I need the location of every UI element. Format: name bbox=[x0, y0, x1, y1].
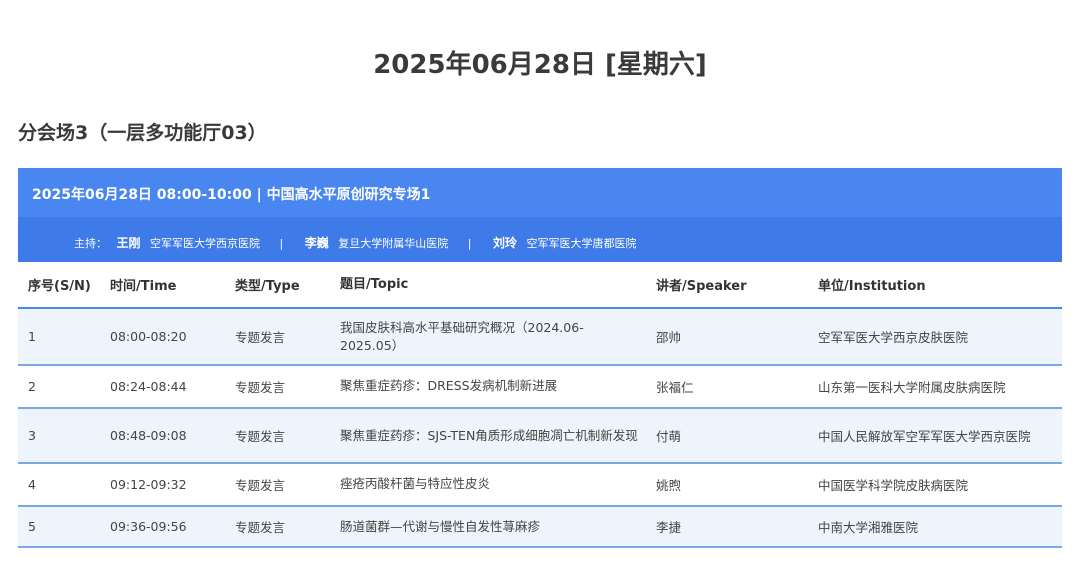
cell-institution: 空军军医大学西京皮肤医院 bbox=[818, 330, 969, 345]
chair-name: 王刚 bbox=[116, 236, 141, 250]
cell-sn: 2 bbox=[28, 378, 36, 394]
header-speaker: 讲者/Speaker bbox=[656, 279, 747, 294]
table-header: 序号(S/N) 时间/Time 类型/Type 题目/Topic 讲者/Spea… bbox=[18, 262, 1062, 309]
cell-speaker: 付萌 bbox=[656, 429, 682, 444]
chair-org: 空军军医大学西京医院 bbox=[150, 237, 261, 250]
cell-topic: 我国皮肤科高水平基础研究概况（2024.06-2025.05） bbox=[340, 319, 584, 353]
header-topic: 题目/Topic bbox=[340, 276, 409, 292]
cell-time: 09:12-09:32 bbox=[110, 476, 187, 492]
chair-name: 李巍 bbox=[304, 236, 329, 250]
cell-speaker: 张福仁 bbox=[656, 379, 694, 395]
cell-speaker: 李捷 bbox=[656, 520, 682, 535]
cell-institution: 中南大学湘雅医院 bbox=[818, 520, 919, 535]
cell-topic: 聚焦重症药疹：SJS-TEN角质形成细胞凋亡机制新发现 bbox=[340, 427, 638, 443]
page-title: 2025年06月28日 [星期六] bbox=[373, 50, 707, 80]
cell-topic: 聚焦重症药疹：DRESS发病机制新进展 bbox=[340, 378, 558, 393]
chair-org: 复旦大学附属华山医院 bbox=[338, 237, 449, 250]
cell-type: 专题发言 bbox=[235, 429, 286, 444]
session-header: 2025年06月28日 08:00-10:00 | 中国高水平原创研究专场1 bbox=[18, 168, 1062, 217]
table-row: 3 08:48-09:08 专题发言 聚焦重症药疹：SJS-TEN角质形成细胞凋… bbox=[18, 407, 1062, 464]
header-institution: 单位/Institution bbox=[818, 279, 926, 294]
cell-sn: 1 bbox=[28, 329, 36, 344]
chair-3: 刘玲 空军军医大学唐都医院 bbox=[492, 236, 637, 250]
cell-time: 09:36-09:56 bbox=[110, 519, 187, 534]
table-row: 4 09:12-09:32 专题发言 痤疮丙酸杆菌与特应性皮炎 姚煦 中国医学科… bbox=[18, 464, 1062, 505]
cell-speaker: 姚煦 bbox=[656, 477, 682, 493]
cell-topic: 肠道菌群—代谢与慢性自发性荨麻疹 bbox=[340, 518, 541, 534]
cell-time: 08:48-09:08 bbox=[110, 428, 187, 443]
cell-speaker: 邵帅 bbox=[656, 330, 682, 345]
venue-title: 分会场3（一层多功能厅03） bbox=[18, 122, 267, 144]
chair-separator: | bbox=[467, 237, 472, 250]
table-row: 5 09:36-09:56 专题发言 肠道菌群—代谢与慢性自发性荨麻疹 李捷 中… bbox=[18, 505, 1062, 548]
cell-sn: 3 bbox=[28, 428, 36, 443]
chair-2: 李巍 复旦大学附属华山医院 bbox=[304, 236, 452, 250]
chair-org: 空军军医大学唐都医院 bbox=[526, 237, 637, 250]
cell-type: 专题发言 bbox=[235, 330, 286, 345]
cell-sn: 4 bbox=[28, 476, 36, 492]
cell-type: 专题发言 bbox=[235, 520, 286, 535]
session-block: 2025年06月28日 08:00-10:00 | 中国高水平原创研究专场1 主… bbox=[18, 168, 1062, 548]
table-row: 1 08:00-08:20 专题发言 我国皮肤科高水平基础研究概况（2024.0… bbox=[18, 309, 1062, 366]
cell-sn: 5 bbox=[28, 519, 36, 534]
table-row: 2 08:24-08:44 专题发言 聚焦重症药疹：DRESS发病机制新进展 张… bbox=[18, 366, 1062, 407]
chairs-bar: 主持： 王刚 空军军医大学西京医院 | 李巍 复旦大学附属华山医院 | 刘玲 空… bbox=[18, 217, 1062, 262]
cell-institution: 山东第一医科大学附属皮肤病医院 bbox=[818, 379, 1006, 395]
header-time: 时间/Time bbox=[110, 279, 177, 294]
cell-institution: 中国医学科学院皮肤病医院 bbox=[818, 477, 969, 493]
cell-time: 08:24-08:44 bbox=[110, 378, 187, 394]
cell-topic: 痤疮丙酸杆菌与特应性皮炎 bbox=[340, 476, 491, 491]
cell-type: 专题发言 bbox=[235, 379, 286, 395]
header-sn: 序号(S/N) bbox=[28, 279, 91, 294]
chair-name: 刘玲 bbox=[492, 236, 517, 250]
cell-institution: 中国人民解放军空军军医大学西京医院 bbox=[818, 429, 1031, 444]
chairs-label: 主持： bbox=[74, 237, 107, 250]
chair-separator: | bbox=[279, 237, 284, 250]
chair-1: 王刚 空军军医大学西京医院 bbox=[116, 236, 264, 250]
cell-type: 专题发言 bbox=[235, 477, 286, 493]
header-type: 类型/Type bbox=[235, 279, 300, 294]
cell-time: 08:00-08:20 bbox=[110, 329, 187, 344]
